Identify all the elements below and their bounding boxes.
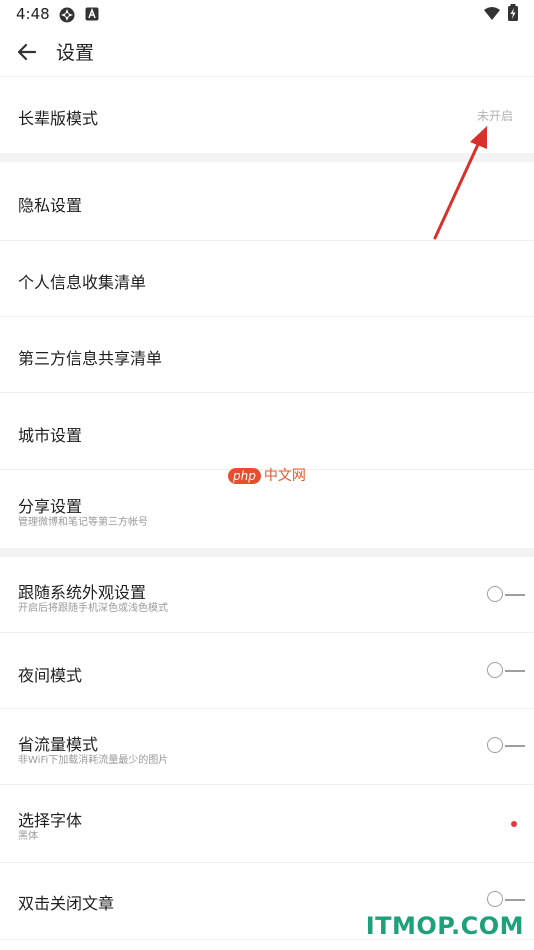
app-bar: 设置 — [0, 28, 534, 76]
setting-subtitle: 非WiFi下加载消耗流量最少的图片 — [18, 755, 169, 766]
night-mode-toggle[interactable] — [487, 660, 527, 682]
elder-mode-status: 未开启 — [476, 109, 513, 123]
setting-follow-system-appearance[interactable]: 跟随系统外观设置 开启后将跟随手机深色或浅色模式 — [0, 557, 534, 632]
wifi-icon — [483, 6, 501, 26]
setting-night-mode[interactable]: 夜间模式 — [0, 633, 534, 708]
site-logo: ITMOP.COM — [365, 912, 524, 940]
setting-privacy[interactable]: 隐私设置 — [0, 162, 534, 240]
setting-third-party-share-list[interactable]: 第三方信息共享清单 — [0, 317, 534, 392]
setting-title: 双击关闭文章 — [18, 894, 115, 913]
watermark: php 中文网 — [228, 465, 306, 485]
setting-title: 第三方信息共享清单 — [18, 349, 163, 368]
follow-system-toggle[interactable] — [487, 584, 527, 606]
new-indicator-dot — [511, 821, 517, 827]
battery-icon — [507, 4, 519, 26]
setting-title: 城市设置 — [18, 426, 83, 445]
setting-subtitle: 黑体 — [18, 831, 38, 842]
setting-personal-info-list[interactable]: 个人信息收集清单 — [0, 241, 534, 316]
page-title: 设置 — [56, 42, 95, 64]
watermark-php: php — [228, 468, 261, 484]
setting-title: 个人信息收集清单 — [18, 273, 147, 292]
watermark-cn: 中文网 — [263, 468, 306, 484]
back-arrow-icon[interactable] — [14, 38, 42, 66]
setting-font[interactable]: 选择字体 黑体 — [0, 785, 534, 862]
setting-elder-mode[interactable]: 长辈版模式 未开启 — [0, 77, 534, 153]
app-notification-icon — [58, 6, 76, 28]
section-gap — [0, 153, 534, 162]
setting-title: 夜间模式 — [18, 666, 83, 685]
status-bar: 4:48 — [0, 0, 534, 28]
a-notification-icon — [85, 6, 99, 25]
setting-data-saver[interactable]: 省流量模式 非WiFi下加载消耗流量最少的图片 — [0, 709, 534, 784]
setting-subtitle: 管理微博和笔记等第三方帐号 — [18, 517, 148, 528]
section-gap — [0, 548, 534, 557]
setting-title: 长辈版模式 — [18, 109, 99, 128]
data-saver-toggle[interactable] — [487, 735, 527, 757]
setting-title: 隐私设置 — [18, 196, 83, 215]
double-tap-close-toggle[interactable] — [487, 889, 527, 911]
status-time: 4:48 — [16, 5, 50, 23]
setting-city[interactable]: 城市设置 — [0, 393, 534, 469]
setting-subtitle: 开启后将跟随手机深色或浅色模式 — [18, 603, 168, 614]
